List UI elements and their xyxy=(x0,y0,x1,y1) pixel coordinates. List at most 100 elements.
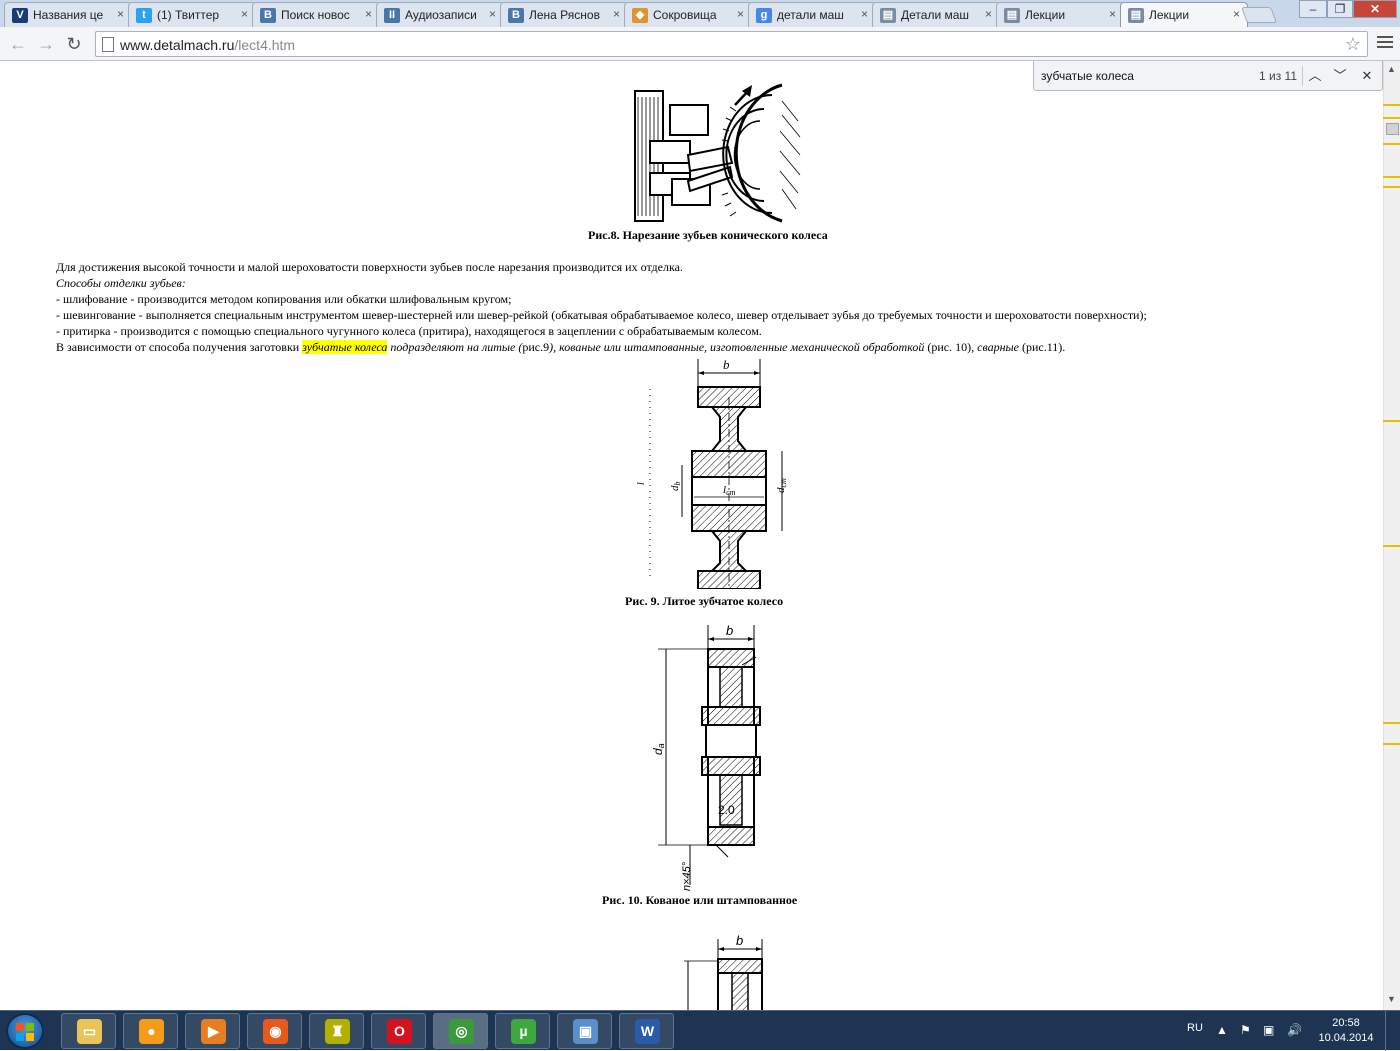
browser-tab[interactable]: g детали маш × xyxy=(748,2,876,27)
vk-icon: В xyxy=(508,8,524,23)
url-host: www.detalmach.ru xyxy=(120,37,235,53)
figure-8-bevel-gear-cutting xyxy=(634,83,801,223)
word-icon: W xyxy=(635,1019,660,1044)
firefox-icon: ◉ xyxy=(263,1019,288,1044)
taskbar-media-player-button[interactable]: ▶ xyxy=(185,1013,240,1049)
tip-diameter-label: da xyxy=(651,743,666,755)
browser-tab[interactable]: В Лена Ряснов × xyxy=(500,2,628,27)
browser-tab[interactable]: ▤ Лекции × xyxy=(996,2,1124,27)
show-desktop-button[interactable] xyxy=(1385,1011,1400,1051)
action-center-flag-icon[interactable]: ⚑ xyxy=(1240,1023,1251,1037)
tab-close-icon[interactable]: × xyxy=(613,7,620,21)
twitter-icon: t xyxy=(136,8,152,23)
tab-close-icon[interactable]: × xyxy=(117,7,124,21)
tab-title: (1) Твиттер xyxy=(157,8,220,22)
taskbar-game-button[interactable]: ♜ xyxy=(309,1013,364,1049)
figure-8-caption: Рис.8. Нарезание зубьев конического коле… xyxy=(588,228,828,242)
url-text: www.detalmach.ru/lect4.htm xyxy=(120,37,295,53)
value-2-0-label: 2.0 xyxy=(718,803,735,817)
dimension-b-label: b xyxy=(726,623,733,638)
taskbar-firefox-button[interactable]: ◉ xyxy=(247,1013,302,1049)
scrollbar-thumb[interactable] xyxy=(1386,123,1399,135)
taskbar-word-button[interactable]: W xyxy=(619,1013,674,1049)
find-match-marker xyxy=(1383,104,1400,106)
taskbar-explorer-button[interactable]: ▭ xyxy=(61,1013,116,1049)
tab-close-icon[interactable]: × xyxy=(737,7,744,21)
find-match-marker xyxy=(1383,143,1400,145)
language-indicator[interactable]: RU xyxy=(1187,1022,1203,1034)
browser-tab[interactable]: ▤ Лекции × xyxy=(1120,2,1248,27)
find-match-marker xyxy=(1383,117,1400,119)
minimize-button[interactable]: – xyxy=(1299,0,1327,18)
tab-close-icon[interactable]: × xyxy=(489,7,496,21)
new-tab-button[interactable] xyxy=(1241,7,1277,23)
browser-tab[interactable]: V Названия це × xyxy=(4,2,132,27)
folder-icon: ▭ xyxy=(77,1019,102,1044)
tab-close-icon[interactable]: × xyxy=(985,7,992,21)
figure-10-caption: Рис. 10. Кованое или штампованное xyxy=(602,893,798,907)
taskbar-utorrent-button[interactable]: µ xyxy=(495,1013,550,1049)
article-text: Для достижения высокой точности и малой … xyxy=(56,259,1356,355)
browser-tab[interactable]: ◆ Сокровища × xyxy=(624,2,752,27)
text-fragment: (рис.11). xyxy=(1019,340,1066,354)
start-button[interactable] xyxy=(6,1013,44,1049)
tab-title: Сокровища xyxy=(653,8,717,22)
figure-10-forged-gear: b da 2.0 Rz40 Rz20 n×45° xyxy=(651,623,761,891)
volume-icon[interactable]: 🔊 xyxy=(1287,1023,1302,1037)
taskbar-qip-button[interactable]: ● xyxy=(123,1013,178,1049)
browser-tab[interactable]: II Аудиозаписи × xyxy=(376,2,504,27)
find-bar: зубчатые колеса 1 из 11 ︿ ﹀ ✕ xyxy=(1033,61,1383,91)
browser-tab[interactable]: В Поиск новос × xyxy=(252,2,380,27)
tab-title: Аудиозаписи xyxy=(405,8,477,22)
dimension-b-label: b xyxy=(723,357,730,372)
taskbar-opera-button[interactable]: O xyxy=(371,1013,426,1049)
browser-tab[interactable]: t (1) Твиттер × xyxy=(128,2,256,27)
close-window-button[interactable]: ✕ xyxy=(1353,0,1397,18)
browser-tab[interactable]: ▤ Детали маш × xyxy=(872,2,1000,27)
find-match-marker xyxy=(1383,420,1400,422)
gem-icon: ◆ xyxy=(632,8,648,23)
bookmark-star-icon[interactable]: ☆ xyxy=(1345,34,1361,55)
back-arrow-icon[interactable]: ← xyxy=(6,33,30,55)
qip-icon: ● xyxy=(139,1019,164,1044)
text-fragment: сварные xyxy=(977,340,1019,354)
tab-close-icon[interactable]: × xyxy=(365,7,372,21)
find-close-icon[interactable]: ✕ xyxy=(1356,66,1378,86)
scroll-down-arrow-icon[interactable]: ▼ xyxy=(1387,994,1396,1004)
text-fragment: подразделяют на литые ( xyxy=(387,340,523,354)
text-fragment: рис.9 xyxy=(522,340,550,354)
text-fragment: (рис. 10), xyxy=(924,340,978,354)
maximize-button[interactable]: ❐ xyxy=(1327,0,1353,18)
tab-title: Лекции xyxy=(1149,8,1190,22)
vertical-scrollbar[interactable]: ▲ ▼ xyxy=(1383,61,1400,1010)
opera-icon: O xyxy=(387,1019,412,1044)
network-icon[interactable]: ▣ xyxy=(1263,1023,1274,1037)
chamfer-label: n×45° xyxy=(681,861,693,891)
tab-close-icon[interactable]: × xyxy=(241,7,248,21)
find-next-chevron-down-icon[interactable]: ﹀ xyxy=(1329,66,1351,86)
finishing-methods-title: Способы отделки зубьев: xyxy=(56,276,186,290)
taskbar-chrome-button[interactable]: ◎ xyxy=(433,1013,488,1049)
tab-title: Лена Ряснов xyxy=(529,8,600,22)
find-previous-chevron-up-icon[interactable]: ︿ xyxy=(1304,66,1326,86)
tab-close-icon[interactable]: × xyxy=(861,7,868,21)
tab-close-icon[interactable]: × xyxy=(1109,7,1116,21)
menu-icon[interactable] xyxy=(1377,36,1393,50)
find-input[interactable]: зубчатые колеса xyxy=(1041,69,1134,83)
list-item-grinding: - шлифование - производится методом копи… xyxy=(56,292,512,306)
tab-close-icon[interactable]: × xyxy=(1233,7,1240,21)
taskbar-photo-viewer-button[interactable]: ▣ xyxy=(557,1013,612,1049)
tab-title: Названия це xyxy=(33,8,104,22)
tab-title: Детали маш xyxy=(901,8,970,22)
dimension-b-label: b xyxy=(736,933,743,948)
address-bar[interactable]: www.detalmach.ru/lect4.htm ☆ xyxy=(95,31,1368,57)
clock[interactable]: 20:58 10.04.2014 xyxy=(1318,1016,1374,1046)
tab-title: Поиск новос xyxy=(281,8,350,22)
forward-arrow-icon[interactable]: → xyxy=(34,33,58,55)
show-hidden-icons-icon[interactable]: ▲ xyxy=(1216,1023,1228,1037)
reload-icon[interactable]: ↻ xyxy=(62,33,86,55)
scroll-up-arrow-icon[interactable]: ▲ xyxy=(1387,64,1396,74)
pause-icon: II xyxy=(384,8,400,23)
find-divider xyxy=(1302,66,1303,86)
find-match-marker xyxy=(1383,545,1400,547)
